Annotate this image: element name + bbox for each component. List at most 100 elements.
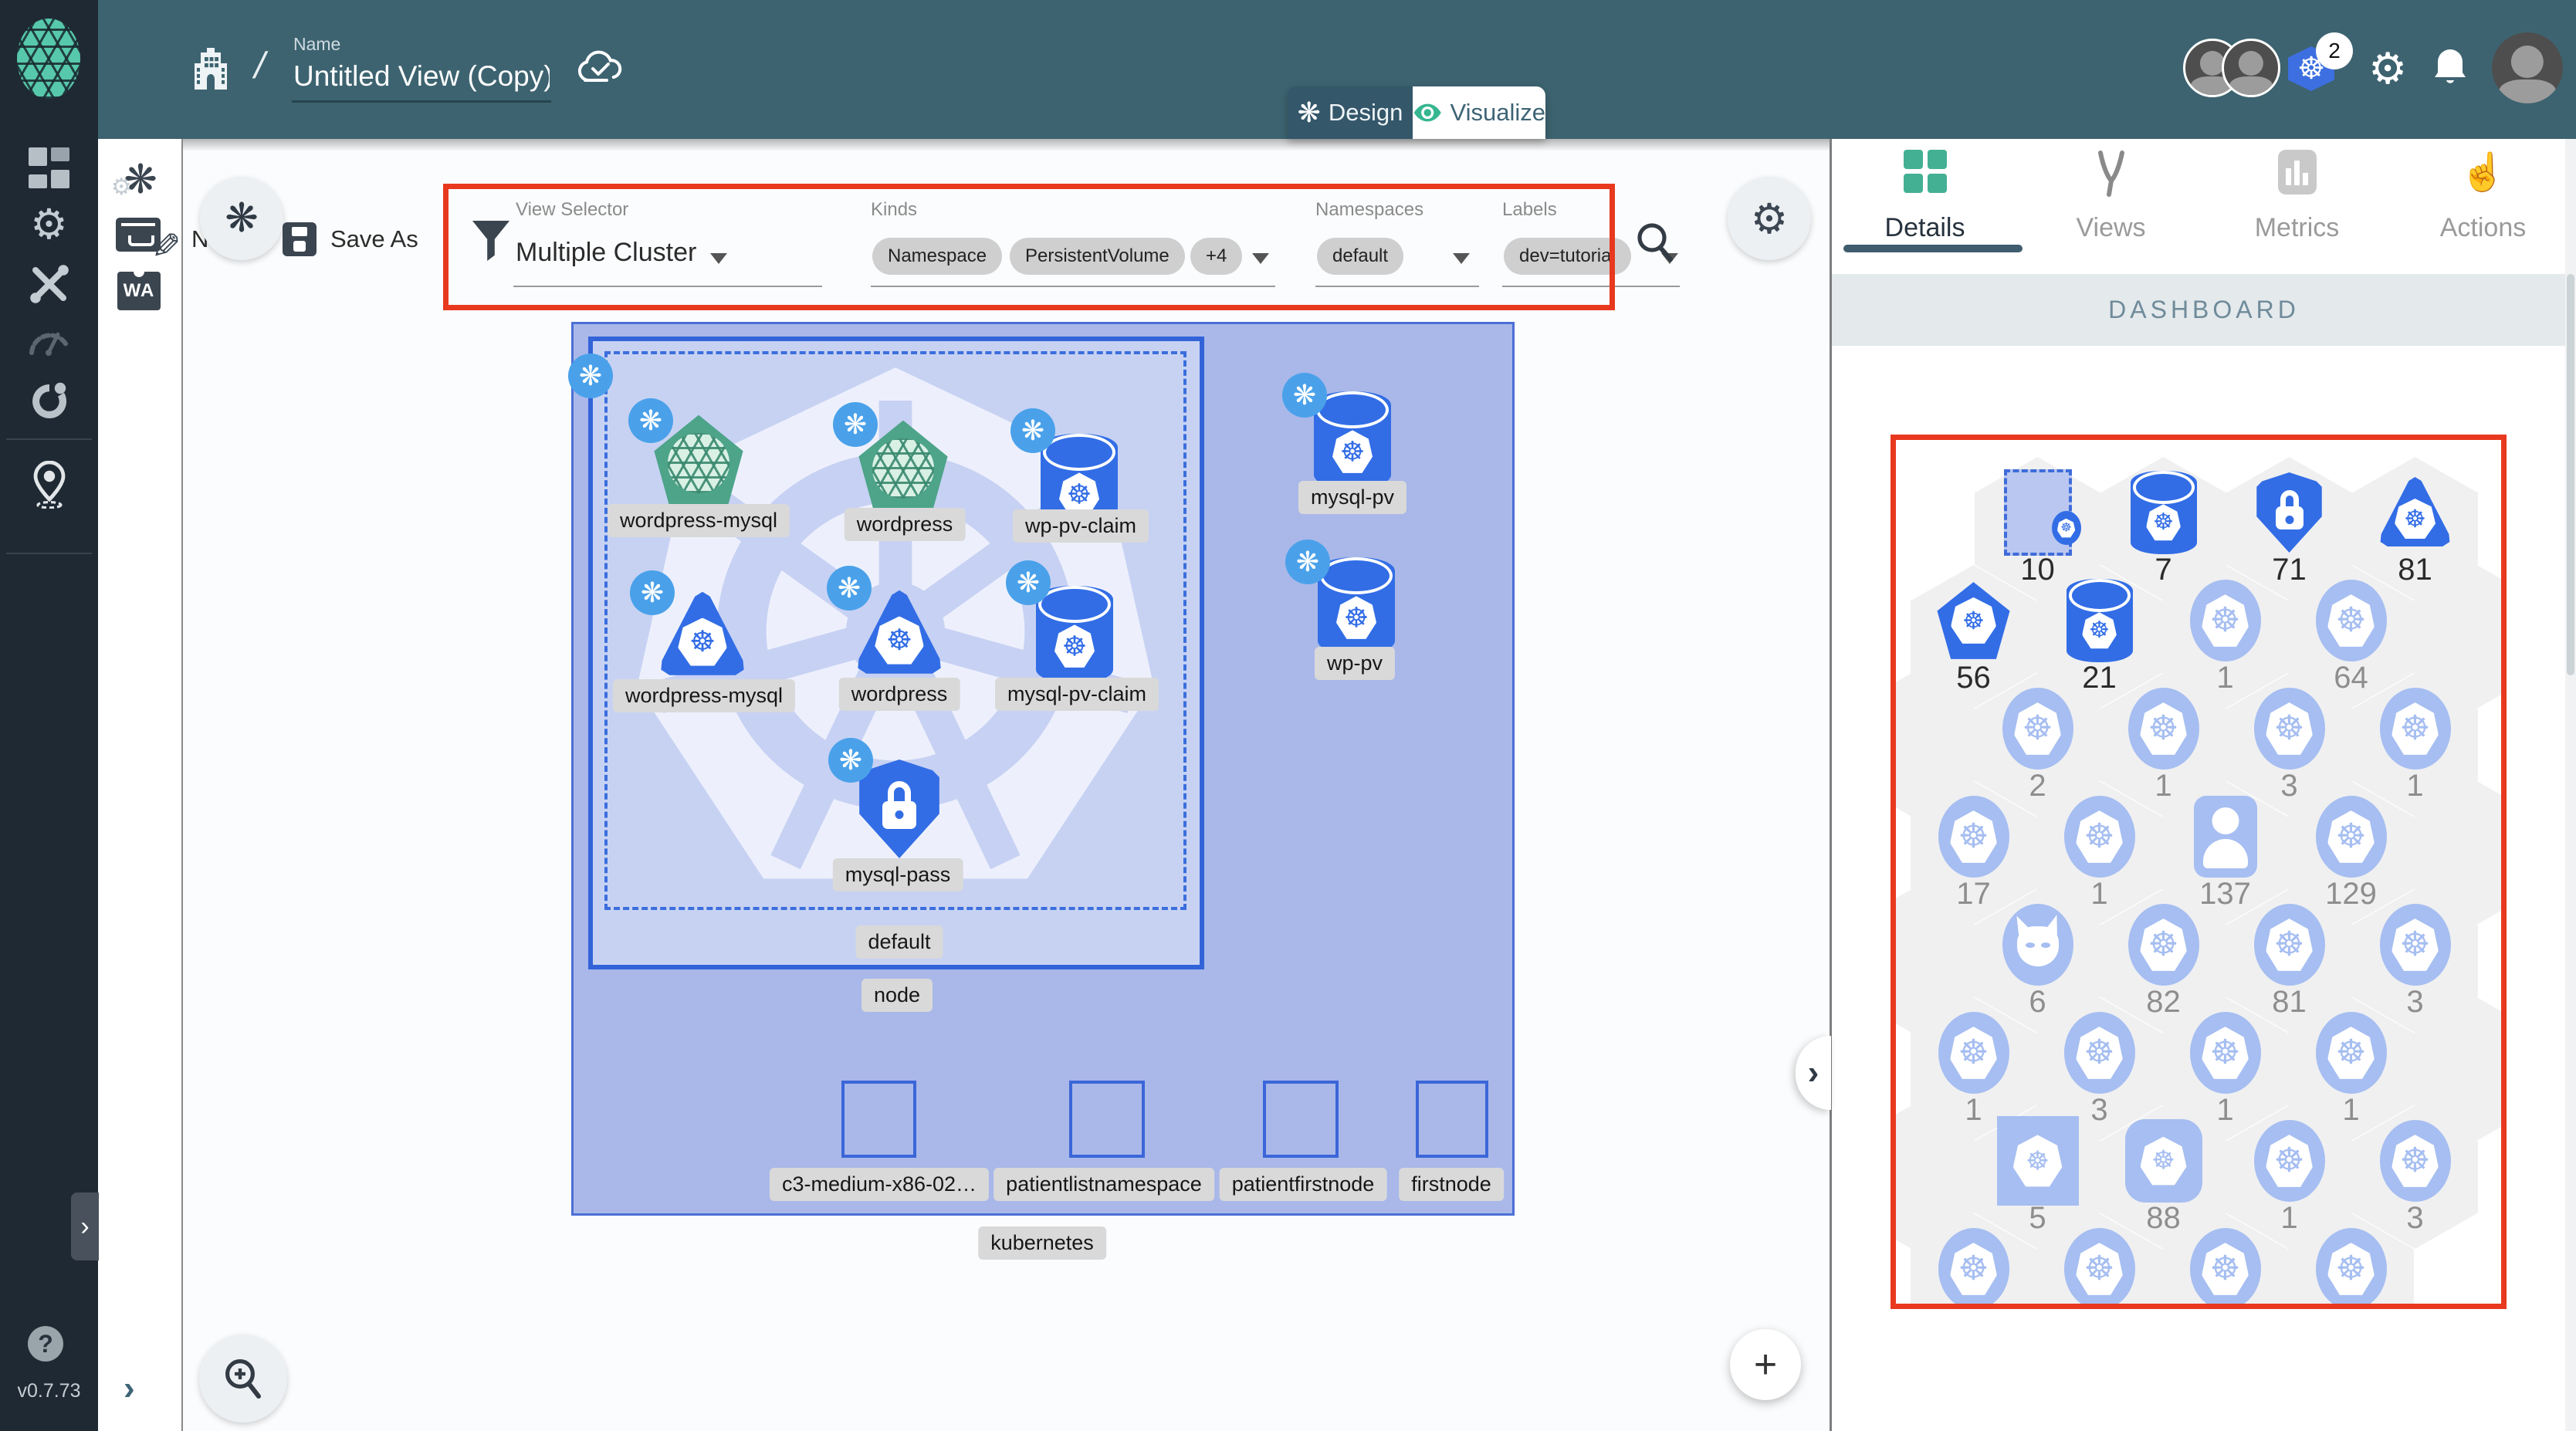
gutter-expand-chevron[interactable]: › (124, 1369, 135, 1408)
node-label: wp-pv (1314, 647, 1396, 680)
daemonset-icon (2002, 904, 2073, 986)
node-square[interactable] (841, 1081, 916, 1158)
labels-label: Labels (1502, 199, 1557, 220)
canvas-gutter (98, 139, 183, 1431)
tab-details[interactable]: Details (1832, 139, 2018, 255)
edit-pencil-icon[interactable]: ✎ (151, 225, 181, 267)
kind-chip[interactable]: PersistentVolume (1010, 238, 1185, 275)
chevron-down-icon[interactable] (1252, 253, 1269, 264)
kubernetes-wheel-icon (1938, 796, 2009, 878)
mode-toggle: Design Visualize (1288, 86, 1545, 139)
node-wp-pv[interactable] (1318, 557, 1395, 655)
wasm-icon[interactable]: WA (117, 272, 161, 310)
labels-underline (1502, 286, 1680, 287)
tab-label: Views (2076, 213, 2146, 242)
label-chip[interactable]: dev=tutorial (1504, 238, 1631, 275)
view-name-label: Name (293, 34, 341, 54)
add-button[interactable]: + (1730, 1329, 1801, 1400)
kubernetes-wheel-icon (2189, 1012, 2261, 1094)
kubernetes-wheel-icon (2379, 688, 2451, 770)
kubernetes-wheel-icon (2253, 1120, 2325, 1202)
node-label: wp-pv-claim (1012, 509, 1149, 543)
sidebar-item-performance[interactable] (0, 315, 98, 364)
tab-design[interactable]: Design (1288, 86, 1413, 139)
meshery-badge-icon (1006, 560, 1051, 605)
organization-building-icon[interactable] (188, 46, 233, 93)
meshery-badge-icon (568, 354, 613, 398)
kubernetes-wheel-icon (2379, 904, 2451, 986)
tab-actions[interactable]: ☝ Actions (2390, 139, 2576, 255)
meshery-logo[interactable] (17, 19, 80, 99)
node-square[interactable] (1263, 1081, 1339, 1158)
kubernetes-wheel-icon (2315, 580, 2387, 661)
node-label: wordpress (844, 508, 966, 541)
sidebar-item-configuration[interactable] (0, 259, 98, 309)
view-name-input[interactable] (292, 57, 551, 103)
sidebar-item-extensions[interactable] (0, 377, 98, 426)
zoom-in-button[interactable] (199, 1335, 287, 1423)
node-label: mysql-pass (832, 858, 963, 891)
scrollbar-thumb[interactable] (2567, 274, 2574, 675)
panel-collapse-handle[interactable]: › (1796, 1036, 1831, 1110)
namespace-label: default (855, 925, 943, 959)
cluster-label: kubernetes (978, 1226, 1106, 1260)
hex-cell[interactable] (2036, 1213, 2162, 1304)
tab-label: Metrics (2254, 213, 2340, 242)
search-icon[interactable] (1635, 221, 1675, 262)
sidebar-item-dashboard[interactable] (0, 143, 98, 192)
tab-visualize[interactable]: Visualize (1413, 86, 1545, 139)
meshsync-snapshot-button[interactable]: ❋ (200, 177, 283, 260)
node-mysql-pv[interactable] (1314, 391, 1391, 489)
meshery-badge-icon (1282, 373, 1327, 418)
node-square[interactable] (1416, 1081, 1488, 1158)
save-as-button[interactable]: Save As (330, 225, 418, 253)
design-tab-label: Design (1328, 99, 1403, 126)
dashboard-icon (29, 147, 69, 188)
sidebar-item-lifecycle[interactable]: ⚙ ⚙ (0, 174, 131, 249)
meshery-badge-icon (827, 566, 872, 611)
user-avatar[interactable] (2492, 32, 2563, 103)
sidebar-item-catalog[interactable] (0, 460, 98, 509)
kubernetes-wheel-icon (2063, 796, 2135, 878)
performance-gauge-icon (29, 332, 69, 356)
visualize-tab-label: Visualize (1450, 99, 1545, 126)
deployment-triangle-icon (2380, 477, 2450, 546)
save-icon[interactable] (283, 222, 316, 256)
node-label: mysql-pv (1298, 481, 1407, 514)
view-selector-value[interactable]: Multiple Cluster (516, 238, 696, 268)
hex-cell[interactable] (1911, 1213, 2036, 1304)
hex-cell[interactable] (2288, 1213, 2414, 1304)
node-label: wordpress-mysql (612, 679, 796, 712)
tab-metrics[interactable]: Metrics (2204, 139, 2390, 255)
canvas-settings-button[interactable]: ⚙ (1728, 177, 1811, 260)
chevron-down-icon[interactable] (710, 253, 727, 264)
meshery-badge-icon (828, 738, 873, 783)
extensions-icon (32, 382, 66, 418)
kind-chip[interactable]: +4 (1190, 238, 1243, 275)
kubernetes-wheel-icon (2379, 1120, 2451, 1202)
sidebar-expand-handle[interactable]: › (71, 1192, 99, 1260)
tab-label: Details (1884, 213, 1965, 242)
context-count-badge: 2 (2316, 32, 2353, 69)
meshery-badge-icon (628, 398, 673, 443)
collaborator-avatar[interactable] (2222, 39, 2280, 97)
help-button[interactable]: ? (28, 1326, 63, 1362)
node-square[interactable] (1069, 1081, 1145, 1158)
pointer-hand-icon: ☝ (2459, 152, 2507, 193)
sidebar-divider (6, 438, 92, 440)
node-label: patientlistnamespace (994, 1168, 1214, 1201)
chevron-down-icon[interactable] (1453, 253, 1470, 264)
secret-shield-icon (2256, 472, 2322, 553)
view-selector-underline (513, 286, 822, 287)
notifications-bell-icon[interactable] (2430, 46, 2470, 90)
version-label: v0.7.73 (17, 1380, 81, 1402)
tab-views[interactable]: Views (2018, 139, 2204, 255)
kind-chip[interactable]: Namespace (872, 238, 1003, 275)
square-k8s-icon (1996, 1116, 2079, 1206)
settings-gear-icon[interactable]: ⚙ (2368, 43, 2407, 94)
volume-cylinder-icon (2066, 579, 2133, 662)
hex-cell[interactable] (2162, 1213, 2288, 1304)
namespace-chip[interactable]: default (1317, 238, 1404, 275)
volume-cylinder-icon (2130, 471, 2197, 554)
node-mysql-pv-claim[interactable] (1036, 586, 1113, 683)
